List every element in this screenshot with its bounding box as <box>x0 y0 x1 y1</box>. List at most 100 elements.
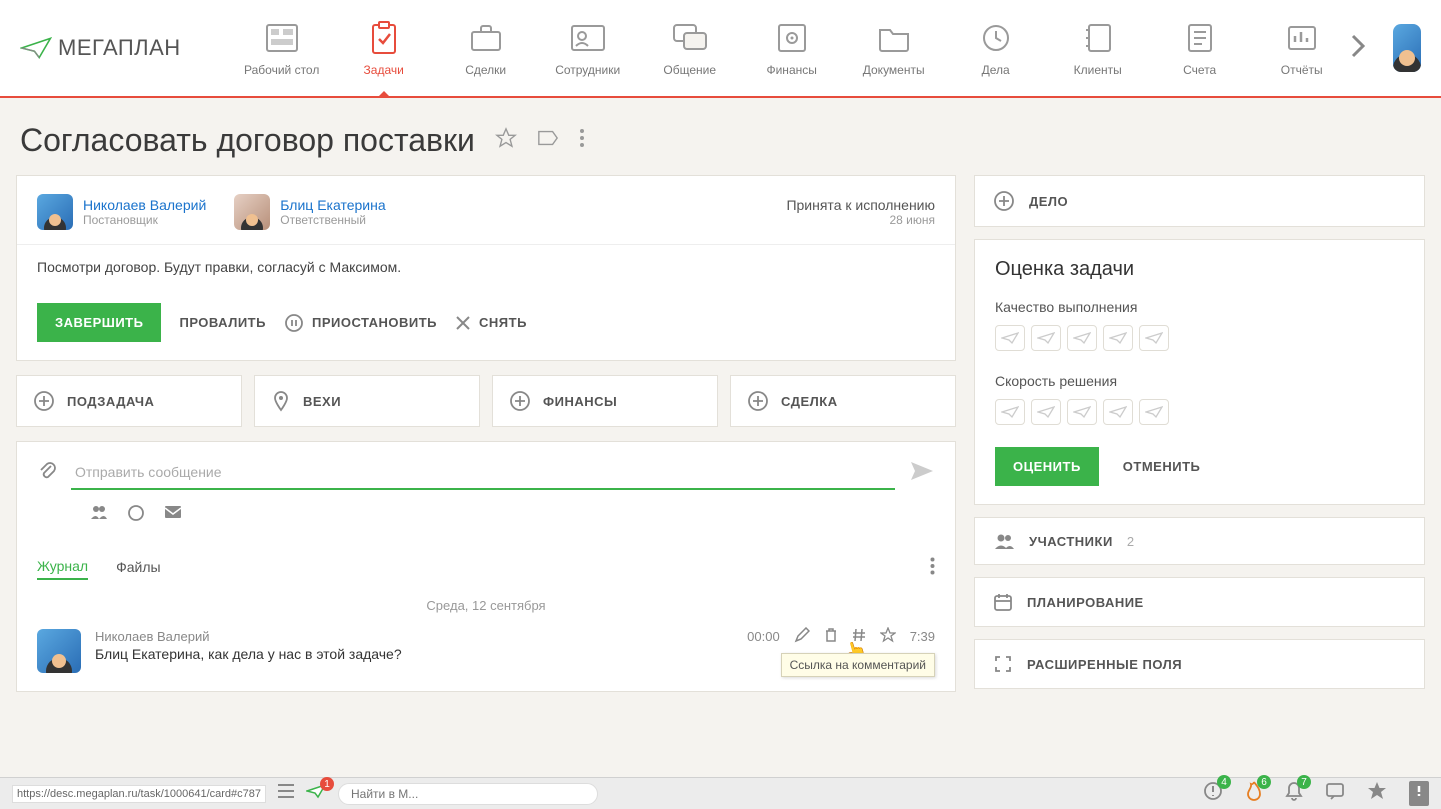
owner-role: Постановщик <box>83 213 206 227</box>
bell-icon[interactable]: 7 <box>1285 781 1303 806</box>
send-icon[interactable] <box>909 460 935 487</box>
delete-icon[interactable] <box>824 627 838 646</box>
nav-dashboard[interactable]: Рабочий стол <box>241 19 323 77</box>
plus-circle-icon <box>747 390 769 412</box>
right-delo[interactable]: ДЕЛО <box>974 175 1425 227</box>
bottom-menu-icon[interactable] <box>278 784 294 803</box>
moon-icon[interactable] <box>127 504 145 527</box>
star-1[interactable] <box>995 325 1025 351</box>
tab-journal[interactable]: Журнал <box>37 558 88 580</box>
more-icon[interactable] <box>579 128 585 153</box>
plus-circle-icon <box>509 390 531 412</box>
star-fill-icon[interactable] <box>1367 781 1387 806</box>
user-avatar[interactable] <box>1393 24 1421 72</box>
nav-affairs[interactable]: Дела <box>955 19 1037 77</box>
owner[interactable]: Николаев Валерий Постановщик <box>37 194 206 230</box>
nav-employees[interactable]: Сотрудники <box>547 19 629 77</box>
participants-count: 2 <box>1127 534 1135 549</box>
add-milestone[interactable]: ВЕХИ <box>254 375 480 427</box>
clipboard-check-icon <box>363 19 405 57</box>
link-hash-icon[interactable] <box>852 627 866 646</box>
rating-title: Оценка задачи <box>995 258 1404 281</box>
calendar-icon <box>993 592 1013 612</box>
tab-files[interactable]: Файлы <box>116 559 160 579</box>
pause-button[interactable]: ПРИОСТАНОВИТЬ <box>284 313 437 333</box>
paper-plane-icon <box>20 35 52 61</box>
chart-icon <box>1281 19 1323 57</box>
right-participants[interactable]: УЧАСТНИКИ 2 <box>974 517 1425 565</box>
star-1[interactable] <box>995 399 1025 425</box>
plus-circle-icon <box>993 190 1015 212</box>
contacts-icon <box>1077 19 1119 57</box>
star-2[interactable] <box>1031 399 1061 425</box>
nav-finance[interactable]: Финансы <box>751 19 833 77</box>
bottom-search[interactable] <box>338 783 598 805</box>
star-2[interactable] <box>1031 325 1061 351</box>
add-finance[interactable]: ФИНАНСЫ <box>492 375 718 427</box>
chevron-right-icon <box>1349 32 1367 60</box>
star-4[interactable] <box>1103 325 1133 351</box>
pause-icon <box>284 313 304 333</box>
nav-deals[interactable]: Сделки <box>445 19 527 77</box>
feedback-icon[interactable] <box>1409 781 1429 806</box>
rate-button[interactable]: ОЦЕНИТЬ <box>995 447 1099 486</box>
comment-tools: 00:00 7:39 <box>747 627 935 646</box>
journal-tabs: Журнал Файлы <box>17 541 955 586</box>
top-navbar: МЕГАПЛАН Рабочий стол Задачи Сделки Сотр… <box>0 0 1441 98</box>
mail-icon[interactable] <box>163 504 183 527</box>
nav-invoices[interactable]: Счета <box>1159 19 1241 77</box>
x-icon <box>455 315 471 331</box>
responsible[interactable]: Блиц Екатерина Ответственный <box>234 194 385 230</box>
logo-text: МЕГАПЛАН <box>58 35 181 61</box>
nav-documents[interactable]: Документы <box>853 19 935 77</box>
star-icon[interactable] <box>495 127 517 154</box>
fail-button[interactable]: ПРОВАЛИТЬ <box>179 315 266 330</box>
task-card: Николаев Валерий Постановщик Блиц Екатер… <box>16 175 956 361</box>
nav-next[interactable] <box>1343 32 1373 65</box>
right-planning[interactable]: ПЛАНИРОВАНИЕ <box>974 577 1425 627</box>
alert-icon[interactable]: 4 <box>1203 781 1223 806</box>
speed-label: Скорость решения <box>995 373 1404 389</box>
bottom-logo-icon[interactable]: 1 <box>306 783 326 804</box>
attach-icon[interactable] <box>37 460 57 487</box>
star-3[interactable] <box>1067 399 1097 425</box>
journal-card: Журнал Файлы Среда, 12 сентября Николаев… <box>16 441 956 692</box>
folder-icon <box>873 19 915 57</box>
cancel-button[interactable]: ОТМЕНИТЬ <box>1123 459 1201 474</box>
comment-text: Блиц Екатерина, как дела у нас в этой за… <box>95 646 402 662</box>
people-icon[interactable] <box>89 504 109 527</box>
star-outline-icon[interactable] <box>880 627 896 646</box>
edit-icon[interactable] <box>794 627 810 646</box>
nav-reports[interactable]: Отчёты <box>1261 19 1343 77</box>
star-3[interactable] <box>1067 325 1097 351</box>
id-card-icon <box>567 19 609 57</box>
nav-clients[interactable]: Клиенты <box>1057 19 1139 77</box>
add-deal[interactable]: СДЕЛКА <box>730 375 956 427</box>
nav-tasks[interactable]: Задачи <box>343 19 425 77</box>
message-composer <box>17 442 955 541</box>
message-icon[interactable] <box>1325 782 1345 805</box>
nav-chat[interactable]: Общение <box>649 19 731 77</box>
star-5[interactable] <box>1139 399 1169 425</box>
complete-button[interactable]: ЗАВЕРШИТЬ <box>37 303 161 342</box>
add-subtask[interactable]: ПОДЗАДАЧА <box>16 375 242 427</box>
logo[interactable]: МЕГАПЛАН <box>20 35 181 61</box>
task-description: Посмотри договор. Будут правки, согласуй… <box>37 259 935 275</box>
dashboard-icon <box>261 19 303 57</box>
star-4[interactable] <box>1103 399 1133 425</box>
quick-add-row: ПОДЗАДАЧА ВЕХИ ФИНАНСЫ СДЕЛКА <box>16 375 956 427</box>
tag-icon[interactable] <box>537 128 559 153</box>
remove-button[interactable]: СНЯТЬ <box>455 315 527 331</box>
audio-time: 00:00 <box>747 629 780 644</box>
divider <box>17 244 955 245</box>
right-extended[interactable]: РАСШИРЕННЫЕ ПОЛЯ <box>974 639 1425 689</box>
tooltip: Ссылка на комментарий <box>781 653 935 677</box>
message-input[interactable] <box>71 456 895 490</box>
pin-icon <box>271 390 291 412</box>
fire-icon[interactable]: 6 <box>1245 781 1263 806</box>
owner-name: Николаев Валерий <box>83 197 206 213</box>
star-5[interactable] <box>1139 325 1169 351</box>
tab-more-icon[interactable] <box>930 557 935 580</box>
avatar <box>37 194 73 230</box>
comment-author: Николаев Валерий <box>95 629 402 644</box>
